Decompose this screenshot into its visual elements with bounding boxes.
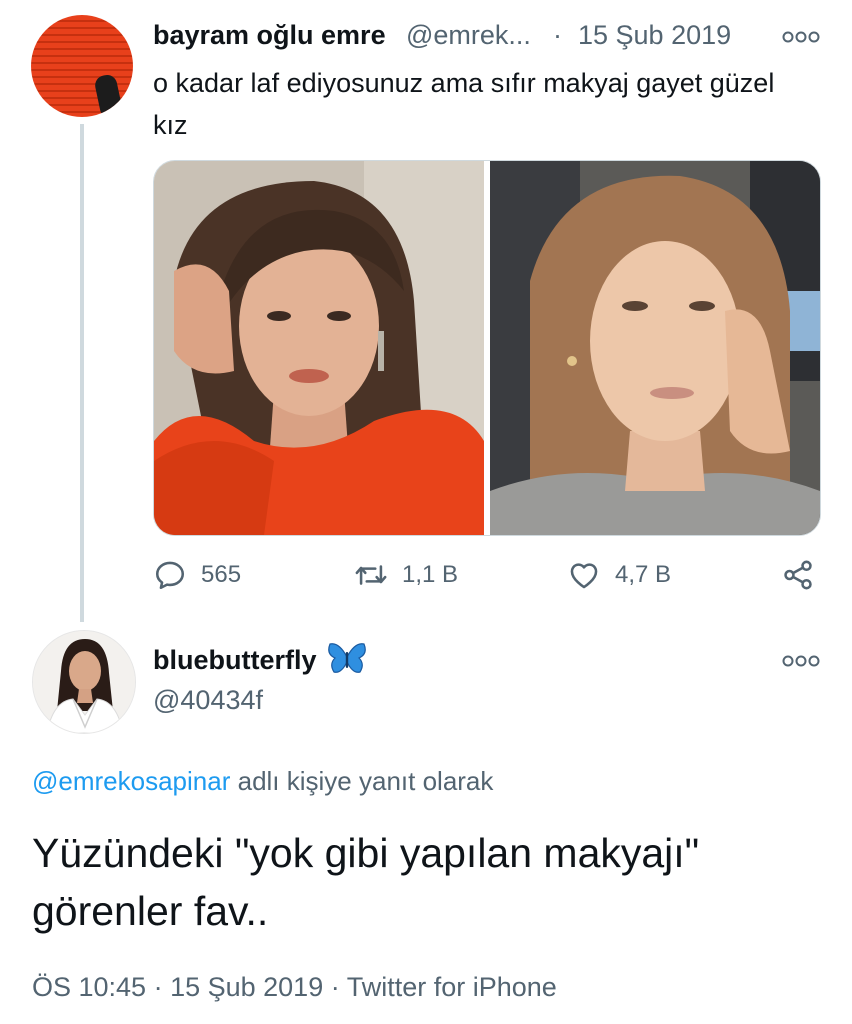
user-handle[interactable]: @emrek...: [406, 20, 531, 51]
thread-line: [80, 124, 84, 622]
avatar[interactable]: [32, 630, 136, 734]
like-count: 4,7 B: [615, 561, 672, 588]
tweet-timestamp[interactable]: ÖS 10:45 · 15 Şub 2019 · Twitter for iPh…: [32, 972, 557, 1003]
retweet-icon: [355, 565, 387, 585]
photo-right[interactable]: [490, 161, 820, 535]
share-button[interactable]: [781, 552, 815, 598]
avatar-image: [33, 631, 135, 733]
tweet-text: o kadar laf ediyosunuz ama sıfır makyaj …: [153, 68, 775, 140]
reply-count: 565: [201, 561, 242, 588]
heart-icon: [570, 563, 598, 589]
tweet-date[interactable]: 15 Şub 2019: [578, 20, 731, 51]
display-name[interactable]: bayram oğlu emre: [153, 20, 386, 51]
retweet-button[interactable]: 1,1 B: [354, 552, 458, 598]
reply-context-text: adlı kişiye yanıt olarak: [237, 766, 494, 796]
photo-left[interactable]: [154, 161, 484, 535]
reply-context: @emrekosapinar adlı kişiye yanıt olarak: [32, 766, 493, 797]
media-grid[interactable]: [153, 160, 821, 536]
separator-dot: ·: [553, 20, 562, 50]
share-icon: [784, 560, 812, 590]
photo-right-image: [490, 161, 820, 535]
more-options-icon[interactable]: [781, 654, 821, 668]
reply-icon: [155, 561, 185, 590]
display-name[interactable]: bluebutterfly: [153, 645, 317, 676]
more-options-icon[interactable]: [781, 30, 821, 44]
reply-button[interactable]: 565: [153, 552, 241, 598]
photo-left-image: [154, 161, 484, 535]
butterfly-icon: [328, 643, 366, 673]
like-button[interactable]: 4,7 B: [567, 552, 671, 598]
user-handle[interactable]: @40434f: [153, 685, 263, 716]
avatar-figure: [93, 73, 123, 115]
retweet-count: 1,1 B: [402, 561, 459, 588]
mention-link[interactable]: @emrekosapinar: [32, 766, 230, 796]
tweet-text: Yüzündeki "yok gibi yapılan makyajı" gör…: [32, 830, 700, 934]
tweet-actions: 565 1,1 B 4,7 B: [153, 552, 819, 598]
avatar[interactable]: [31, 15, 133, 117]
